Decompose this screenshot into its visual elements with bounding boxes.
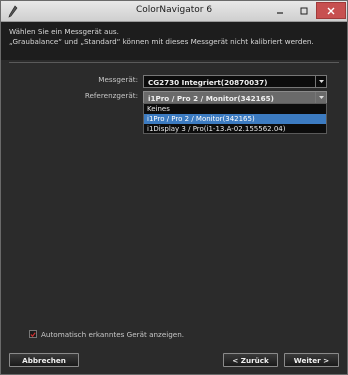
maximize-icon — [300, 7, 308, 14]
reference-select-value: i1Pro / Pro 2 / Monitor(342165) — [148, 93, 274, 103]
instruction-line-1: Wählen Sie ein Messgerät aus. — [9, 27, 119, 36]
next-button[interactable]: Weiter > — [284, 353, 339, 367]
auto-detect-option[interactable]: Automatisch erkanntes Gerät anzeigen. — [29, 329, 184, 339]
instruction-header: Wählen Sie ein Messgerät aus. „Graubalan… — [1, 22, 347, 60]
separator — [9, 62, 339, 63]
instruction-line-2: „Graubalance“ und „Standard“ können mit … — [9, 37, 314, 46]
close-icon — [327, 7, 335, 14]
device-label: Messgerät: — [98, 75, 138, 84]
reference-label: Referenzgerät: — [84, 91, 138, 100]
chevron-down-icon[interactable] — [315, 92, 326, 103]
minimize-button[interactable] — [268, 2, 292, 19]
minimize-icon — [277, 11, 283, 14]
device-select-value: CG2730 Integriert(20870037) — [148, 77, 268, 87]
auto-detect-checkbox[interactable] — [29, 330, 37, 338]
colornavigator-window: ColorNavigator 6 Wählen Sie ein Messgerä… — [0, 0, 348, 375]
checkmark-icon — [30, 331, 36, 337]
dropdown-option-i1pro[interactable]: i1Pro / Pro 2 / Monitor(342165) — [144, 114, 326, 124]
close-button[interactable] — [316, 2, 346, 19]
title-bar[interactable]: ColorNavigator 6 — [1, 1, 347, 22]
maximize-button[interactable] — [292, 2, 316, 19]
cancel-button[interactable]: Abbrechen — [9, 353, 79, 367]
device-select[interactable]: CG2730 Integriert(20870037) — [143, 75, 327, 88]
dropdown-option-i1display[interactable]: i1Display 3 / Pro(i1-13.A-02.155562.04) — [144, 124, 326, 134]
reference-dropdown-list: Keines i1Pro / Pro 2 / Monitor(342165) i… — [143, 103, 327, 134]
auto-detect-label: Automatisch erkanntes Gerät anzeigen. — [41, 329, 185, 339]
back-button[interactable]: < Zurück — [223, 353, 278, 367]
dropdown-option-none[interactable]: Keines — [144, 104, 326, 114]
chevron-down-icon[interactable] — [315, 76, 326, 87]
